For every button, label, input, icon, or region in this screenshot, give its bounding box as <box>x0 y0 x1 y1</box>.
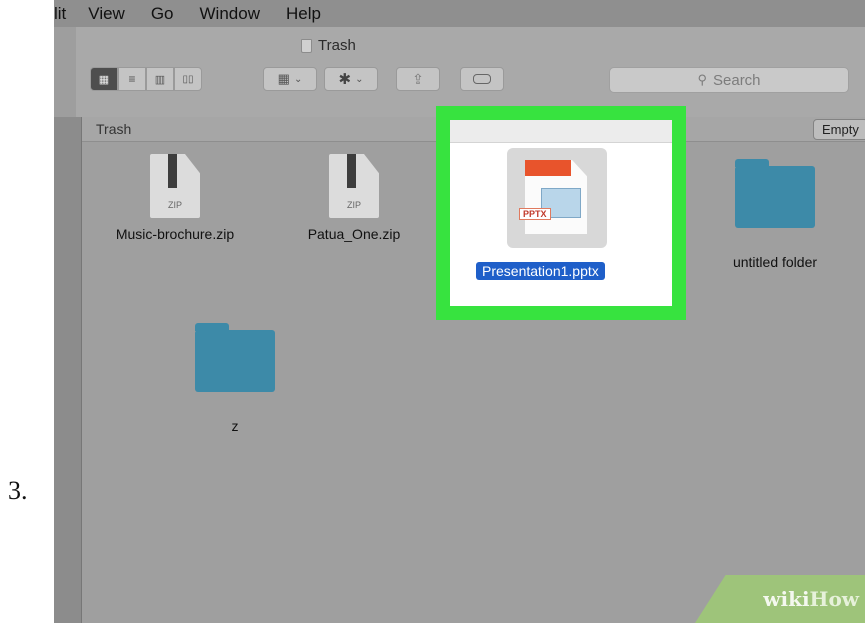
sidebar <box>54 117 82 623</box>
path-bar-label: Trash <box>96 121 132 137</box>
arrange-icon: ▦ <box>277 71 290 86</box>
folder-item[interactable]: untitled folder <box>695 159 855 270</box>
arrange-button[interactable]: ▦ ⌄ <box>263 67 317 91</box>
selected-file-name[interactable]: Presentation1.pptx <box>476 262 605 280</box>
menu-go[interactable]: Go <box>151 4 174 24</box>
file-item[interactable]: ZIP Patua_One.zip <box>274 154 434 242</box>
file-name: Music-brochure.zip <box>115 226 235 242</box>
highlight-frame: PPTX Presentation1.pptx <box>436 106 686 320</box>
coverflow-icon: ▯▯ <box>182 73 194 85</box>
zipper-icon <box>347 154 356 188</box>
finder-titlebar: Trash ▦ ≡ ▥ ▯▯ ▦ ⌄ ✱ ⌄ ⇪ ⚲ Search <box>76 27 865 118</box>
menu-bar: lit View Go Window Help <box>54 0 865 27</box>
folder-icon <box>735 159 815 228</box>
window-title-text: Trash <box>318 37 356 54</box>
list-view-button[interactable]: ≡ <box>118 67 146 91</box>
list-icon: ≡ <box>128 72 136 86</box>
column-view-button[interactable]: ▥ <box>146 67 174 91</box>
action-button[interactable]: ✱ ⌄ <box>324 67 378 91</box>
folder-name: untitled folder <box>732 254 818 270</box>
watermark-part1: wiki <box>763 587 810 611</box>
search-field[interactable]: ⚲ Search <box>609 67 849 93</box>
zipper-icon <box>168 154 177 188</box>
zip-file-icon: ZIP <box>329 154 379 218</box>
tag-button[interactable] <box>460 67 504 91</box>
search-placeholder: Search <box>713 71 761 89</box>
coverflow-view-button[interactable]: ▯▯ <box>174 67 202 91</box>
share-button[interactable]: ⇪ <box>396 67 440 91</box>
chevron-down-icon: ⌄ <box>293 73 303 85</box>
chevron-down-icon: ⌄ <box>355 73 364 85</box>
pptx-badge: PPTX <box>519 208 551 220</box>
share-icon: ⇪ <box>412 70 424 87</box>
finder-screenshot: lit View Go Window Help Trash ▦ ≡ ▥ ▯▯ ▦… <box>54 0 865 623</box>
pptx-header-band <box>525 160 571 176</box>
watermark-part2: How <box>809 587 859 611</box>
view-mode-segmented: ▦ ≡ ▥ ▯▯ <box>90 67 202 91</box>
file-item[interactable]: ZIP Music-brochure.zip <box>95 154 255 242</box>
highlight-strip <box>450 120 672 143</box>
gear-icon: ✱ <box>338 71 352 88</box>
search-icon: ⚲ <box>697 72 707 87</box>
folder-icon <box>195 323 275 392</box>
icon-view-button[interactable]: ▦ <box>90 67 118 91</box>
step-number: 3. <box>8 476 28 505</box>
zip-badge: ZIP <box>346 200 361 210</box>
menu-help[interactable]: Help <box>286 4 321 24</box>
menu-edit[interactable]: lit <box>54 4 66 24</box>
folder-name: z <box>231 418 239 434</box>
folder-item[interactable]: z <box>155 323 315 434</box>
zip-file-icon: ZIP <box>150 154 200 218</box>
trash-icon <box>301 38 312 53</box>
tag-icon <box>473 74 491 84</box>
selected-file-item[interactable]: PPTX <box>507 148 607 248</box>
window-title: Trash <box>301 37 356 54</box>
zip-badge: ZIP <box>167 200 182 210</box>
grid-icon: ▦ <box>98 73 110 86</box>
columns-icon: ▥ <box>154 73 166 86</box>
file-name: Patua_One.zip <box>307 226 401 242</box>
empty-trash-button[interactable]: Empty <box>813 119 865 140</box>
wikihow-watermark: wiki How <box>695 575 865 623</box>
menu-view[interactable]: View <box>88 4 125 24</box>
menu-window[interactable]: Window <box>200 4 260 24</box>
